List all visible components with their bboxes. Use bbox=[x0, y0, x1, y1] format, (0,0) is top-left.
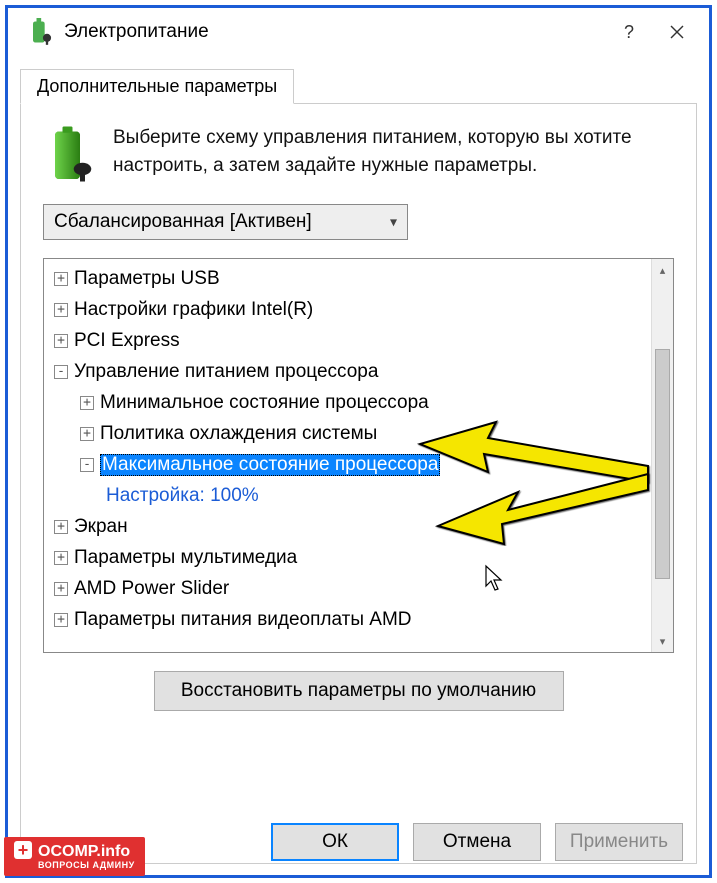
expander-icon[interactable]: + bbox=[54, 551, 68, 565]
tree-item-cpu-max-state[interactable]: - Максимальное состояние процессора bbox=[44, 449, 651, 480]
expander-icon[interactable]: + bbox=[54, 272, 68, 286]
collapse-icon[interactable]: - bbox=[54, 365, 68, 379]
settings-tree: + Параметры USB + Настройки графики Inte… bbox=[43, 258, 674, 653]
ok-button[interactable]: ОК bbox=[271, 823, 399, 861]
expander-icon[interactable]: + bbox=[80, 427, 94, 441]
tree-item-usb[interactable]: + Параметры USB bbox=[44, 263, 651, 294]
tree-item-cpu-power[interactable]: - Управление питанием процессора bbox=[44, 356, 651, 387]
dialog-footer: ОК Отмена Применить bbox=[271, 823, 683, 861]
watermark-brand: OCOMP.info bbox=[38, 843, 130, 860]
collapse-icon[interactable]: - bbox=[80, 458, 94, 472]
window-title: Электропитание bbox=[64, 21, 605, 43]
tabbar: Дополнительные параметры bbox=[20, 64, 697, 104]
intro-block: Выберите схему управления питанием, кото… bbox=[43, 124, 674, 184]
titlebar: Электропитание ? bbox=[8, 8, 709, 56]
expander-icon[interactable]: + bbox=[54, 303, 68, 317]
tree-item-multimedia[interactable]: + Параметры мультимедиа bbox=[44, 542, 651, 573]
cancel-button[interactable]: Отмена bbox=[413, 823, 541, 861]
tree-item-cpu-min-state[interactable]: + Минимальное состояние процессора bbox=[44, 387, 651, 418]
expander-icon[interactable]: + bbox=[54, 613, 68, 627]
expander-icon[interactable]: + bbox=[80, 396, 94, 410]
tab-additional-params[interactable]: Дополнительные параметры bbox=[20, 69, 294, 104]
scroll-thumb[interactable] bbox=[655, 349, 670, 579]
scrollbar[interactable]: ▴ ▾ bbox=[651, 259, 673, 652]
battery-icon bbox=[43, 124, 97, 184]
close-button[interactable] bbox=[653, 8, 701, 56]
power-plan-value: Сбалансированная [Активен] bbox=[54, 211, 312, 233]
tree-item-amd-gpu-power[interactable]: + Параметры питания видеоплаты AMD bbox=[44, 604, 651, 635]
power-plan-select[interactable]: Сбалансированная [Активен] ▾ bbox=[43, 204, 408, 240]
scroll-up-icon[interactable]: ▴ bbox=[652, 259, 673, 281]
intro-text: Выберите схему управления питанием, кото… bbox=[113, 124, 674, 179]
expander-icon[interactable]: + bbox=[54, 520, 68, 534]
close-icon bbox=[670, 25, 684, 39]
tree-item-display[interactable]: + Экран bbox=[44, 511, 651, 542]
watermark-badge: + OCOMP.info ВОПРОСЫ АДМИНУ bbox=[4, 837, 145, 876]
expander-icon[interactable]: + bbox=[54, 582, 68, 596]
watermark-subtitle: ВОПРОСЫ АДМИНУ bbox=[38, 861, 135, 870]
scroll-down-icon[interactable]: ▾ bbox=[652, 630, 673, 652]
tree-item-amd-power-slider[interactable]: + AMD Power Slider bbox=[44, 573, 651, 604]
tab-content: Выберите схему управления питанием, кото… bbox=[20, 104, 697, 864]
plus-icon: + bbox=[14, 841, 32, 859]
expander-icon[interactable]: + bbox=[54, 334, 68, 348]
tree-item-cooling-policy[interactable]: + Политика охлаждения системы bbox=[44, 418, 651, 449]
tree-item-intel-graphics[interactable]: + Настройки графики Intel(R) bbox=[44, 294, 651, 325]
help-button[interactable]: ? bbox=[605, 8, 653, 56]
chevron-down-icon: ▾ bbox=[390, 214, 397, 231]
apply-button[interactable]: Применить bbox=[555, 823, 683, 861]
power-icon bbox=[26, 18, 54, 46]
restore-defaults-button[interactable]: Восстановить параметры по умолчанию bbox=[154, 671, 564, 711]
tree-item-pci-express[interactable]: + PCI Express bbox=[44, 325, 651, 356]
tree-item-max-state-setting[interactable]: Настройка: 100% bbox=[44, 480, 651, 511]
